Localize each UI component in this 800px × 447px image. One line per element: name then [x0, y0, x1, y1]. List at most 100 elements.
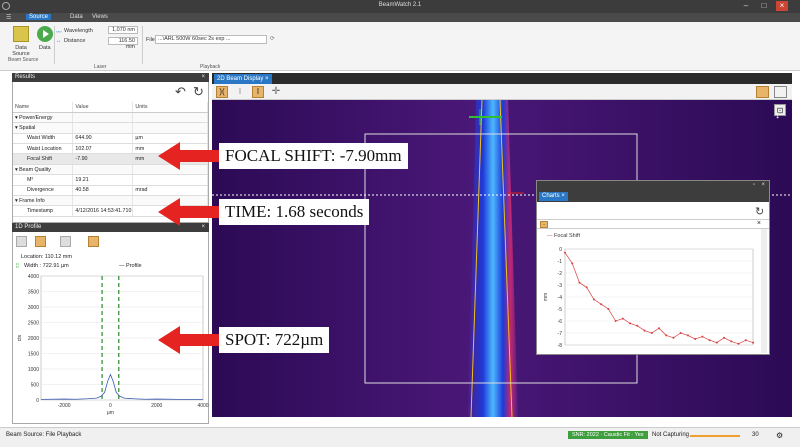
- result-name: Focal Shift: [27, 156, 53, 163]
- y-tick-label: -2: [558, 271, 563, 277]
- chart-close-icon[interactable]: ×: [757, 220, 761, 227]
- close-results-icon[interactable]: ×: [201, 73, 205, 82]
- result-value: [72, 195, 134, 207]
- charts-restore-icon[interactable]: ▫: [753, 182, 755, 188]
- charts-legend: — Focal Shift: [547, 233, 581, 239]
- y-tick-label: 3500: [28, 290, 39, 296]
- focal-shift-point: [679, 332, 682, 334]
- play-icon[interactable]: [37, 26, 53, 42]
- profile-legend-label: Profile: [126, 263, 142, 269]
- results-row[interactable]: Divergence 40.58 mrad: [13, 185, 208, 197]
- focal-shift-point: [672, 336, 675, 339]
- file-field[interactable]: ...\ARL 500W 60sec 2s exp ...: [155, 35, 267, 44]
- close-button[interactable]: ×: [776, 1, 788, 11]
- beam-toolbar: )( I I ✛: [212, 84, 792, 100]
- result-value: [72, 164, 134, 176]
- y-tick-label: 1000: [28, 367, 39, 373]
- focal-shift-series-line: [564, 252, 754, 345]
- charts-reset-icon[interactable]: ↻: [755, 205, 764, 218]
- app-menu-icon[interactable]: ☰: [6, 14, 11, 21]
- result-value: 102.07: [72, 143, 134, 155]
- result-name: Spatial: [19, 124, 36, 131]
- focal-shift-arrow: [158, 142, 220, 170]
- charts-window: ▫ × Charts × ↻ ~ × — Focal Shift 0 -1 -2 -3…: [536, 180, 770, 355]
- reset-icon[interactable]: ↻: [193, 84, 204, 100]
- waist-tool-icon[interactable]: )(: [216, 86, 228, 98]
- tab-2d-beam-display-label: 2D Beam Display: [217, 76, 264, 82]
- profile-title: 1D Profile: [15, 224, 42, 230]
- y-tick-label: 2500: [28, 321, 39, 327]
- result-value: 40.58: [72, 185, 134, 197]
- y-axis-label: mm: [543, 293, 549, 301]
- status-capturing: Not Capturing: [652, 432, 690, 438]
- result-value: 644.90: [72, 133, 134, 145]
- menu-source[interactable]: Source: [26, 14, 52, 20]
- data-label[interactable]: Data: [39, 45, 51, 51]
- y-tick-label: 500: [31, 383, 40, 389]
- chart-type-icon[interactable]: ~: [540, 221, 548, 228]
- results-column-header[interactable]: Name: [13, 102, 74, 113]
- caustic-tool-icon[interactable]: I: [234, 86, 246, 98]
- y-tick-label: -4: [558, 295, 563, 301]
- profile-mode-4-icon[interactable]: [88, 236, 99, 247]
- distance-icon: ↔: [56, 38, 62, 44]
- data-source-icon[interactable]: [13, 26, 29, 42]
- charts-legend-label: Focal Shift: [554, 233, 581, 239]
- callout-time: TIME: 1.68 seconds: [219, 199, 370, 225]
- profile-legend: — Profile: [119, 263, 142, 269]
- menu-data[interactable]: Data: [70, 14, 83, 20]
- crosshair-icon[interactable]: ✛: [270, 86, 282, 98]
- menu-views[interactable]: Views: [92, 14, 108, 20]
- distance-field[interactable]: 116.50 mm: [108, 37, 138, 50]
- fps-slider[interactable]: [690, 435, 740, 437]
- undo-icon[interactable]: ↶: [175, 84, 186, 100]
- tab-charts[interactable]: Charts ×: [539, 192, 568, 201]
- profile-mode-1-icon[interactable]: [16, 236, 27, 247]
- y-tick-label: 0: [36, 398, 39, 404]
- spot-arrow: [158, 326, 220, 354]
- y-tick-label: 1500: [28, 352, 39, 358]
- results-column-header[interactable]: Value: [72, 102, 134, 113]
- beam-tool-icon[interactable]: I: [252, 86, 264, 98]
- results-column-header[interactable]: Units: [132, 102, 208, 113]
- focal-shift-point: [650, 332, 653, 334]
- focal-shift-point: [592, 298, 595, 301]
- tab-2d-beam-display[interactable]: 2D Beam Display ×: [214, 74, 272, 84]
- stack-view-icon[interactable]: [774, 86, 787, 98]
- refresh-icon[interactable]: ⟳: [270, 36, 275, 42]
- maximize-button[interactable]: □: [758, 1, 770, 11]
- x-tick-label: 2000: [151, 403, 162, 409]
- profile-mode-3-icon[interactable]: [60, 236, 71, 247]
- y-tick-label: 0: [559, 247, 562, 253]
- results-header-row: Name Value Units: [13, 102, 208, 113]
- charts-subheader: ~ ×: [537, 219, 769, 229]
- split-view-icon[interactable]: [756, 86, 769, 98]
- results-row[interactable]: ▾ Spatial: [13, 122, 208, 134]
- result-name: Waist Location: [27, 145, 62, 152]
- charts-scrollbar[interactable]: [761, 229, 767, 353]
- x-tick-label: -2000: [58, 403, 71, 409]
- results-row[interactable]: ▾ Power/Energy: [13, 112, 208, 124]
- focal-shift-point: [585, 286, 588, 289]
- focal-shift-chart: 0 -1 -2 -3 -4 -5 -6 -7 -8 mm: [543, 247, 754, 349]
- status-fps: 30: [752, 432, 759, 438]
- results-title: Results: [15, 74, 36, 80]
- wavelength-icon: 〰: [56, 30, 62, 36]
- minimize-button[interactable]: –: [740, 1, 752, 11]
- focal-shift-point: [614, 320, 617, 322]
- focal-shift-point: [621, 317, 624, 320]
- results-row[interactable]: M² 19.21: [13, 174, 208, 186]
- orientation-arrow-icon: ↓: [775, 110, 780, 121]
- result-name: Timestamp: [27, 208, 53, 215]
- y-tick-label: -8: [558, 343, 563, 349]
- data-source-label[interactable]: Data Source: [9, 45, 33, 57]
- profile-mode-2-icon[interactable]: [35, 236, 46, 247]
- charts-close-icon[interactable]: ×: [761, 182, 765, 188]
- wavelength-field[interactable]: 1,070 nm: [108, 26, 138, 34]
- focal-shift-point: [564, 251, 566, 254]
- distance-label: Distance: [64, 38, 86, 44]
- y-tick-label: -6: [558, 319, 563, 325]
- result-value: -7.90: [72, 153, 134, 165]
- result-value: 19.21: [72, 174, 134, 186]
- settings-gear-icon[interactable]: ⚙: [776, 431, 783, 440]
